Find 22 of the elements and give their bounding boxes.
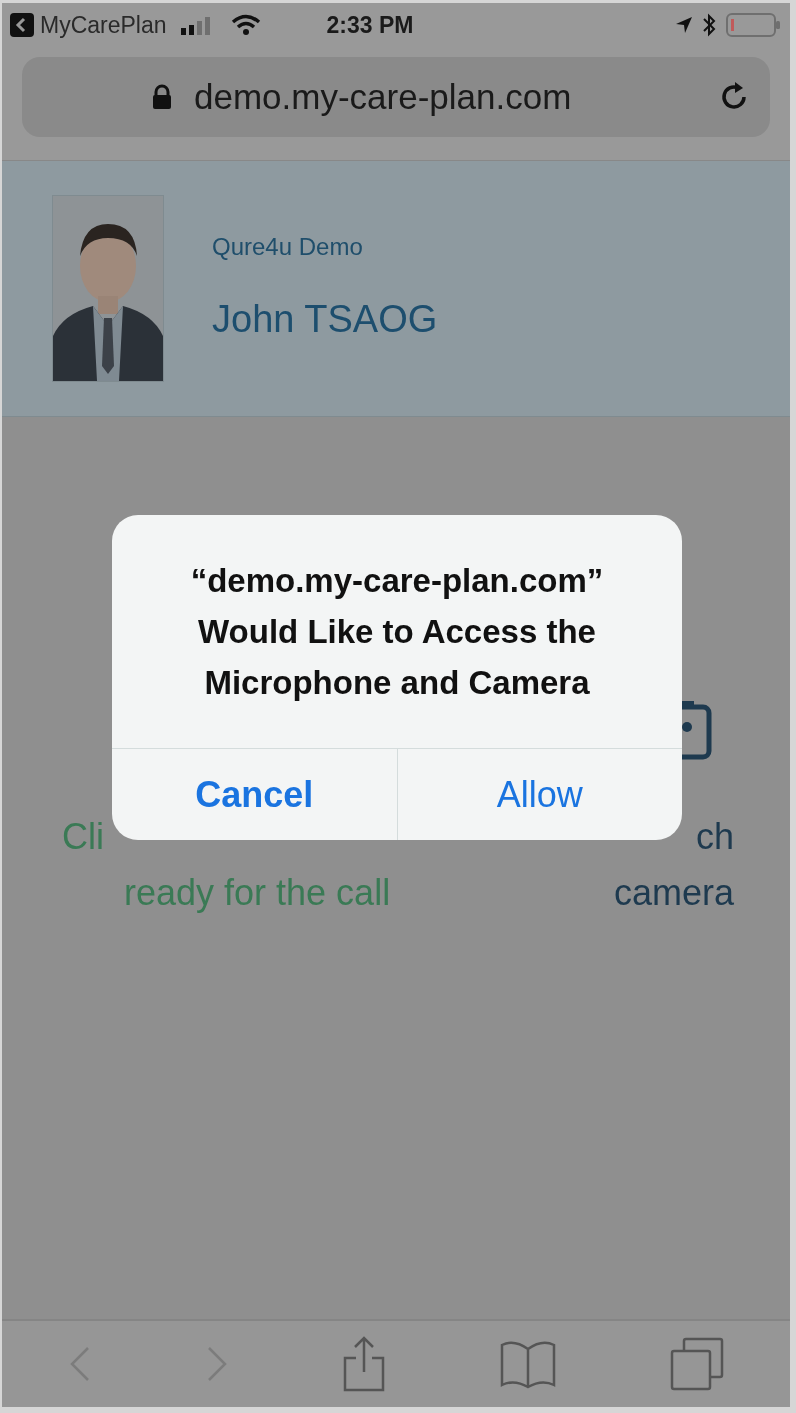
instruction-text: ready for the call [124,871,391,915]
location-arrow-icon [674,15,694,35]
camera-icon [682,699,712,761]
allow-button[interactable]: Allow [396,749,682,840]
url-text: demo.my-care-plan.com [194,75,572,118]
dialog-title: “demo.my-care-plan.com” Would Like to Access the Microphone and Camera [190,562,604,701]
back-app-label[interactable]: MyCarePlan [40,7,167,43]
battery-icon [726,12,782,38]
instruction-text: Cli [62,815,104,859]
camera-text: ch [695,815,734,859]
back-icon[interactable] [10,13,34,37]
address-bar[interactable]: demo.my-care-plan.com [22,57,770,137]
status-time: 2:33 PM [326,10,414,40]
organization-name: Qure4u Demo [212,232,364,262]
tabs-icon[interactable] [669,1337,724,1391]
book-icon[interactable] [498,1339,557,1389]
cancel-button[interactable]: Cancel [112,749,397,840]
camera-text: camera [613,871,734,915]
wifi-icon [230,14,261,36]
patient-name: John TSAOG [212,297,438,342]
share-icon[interactable] [342,1336,386,1392]
bluetooth-icon [702,13,716,37]
